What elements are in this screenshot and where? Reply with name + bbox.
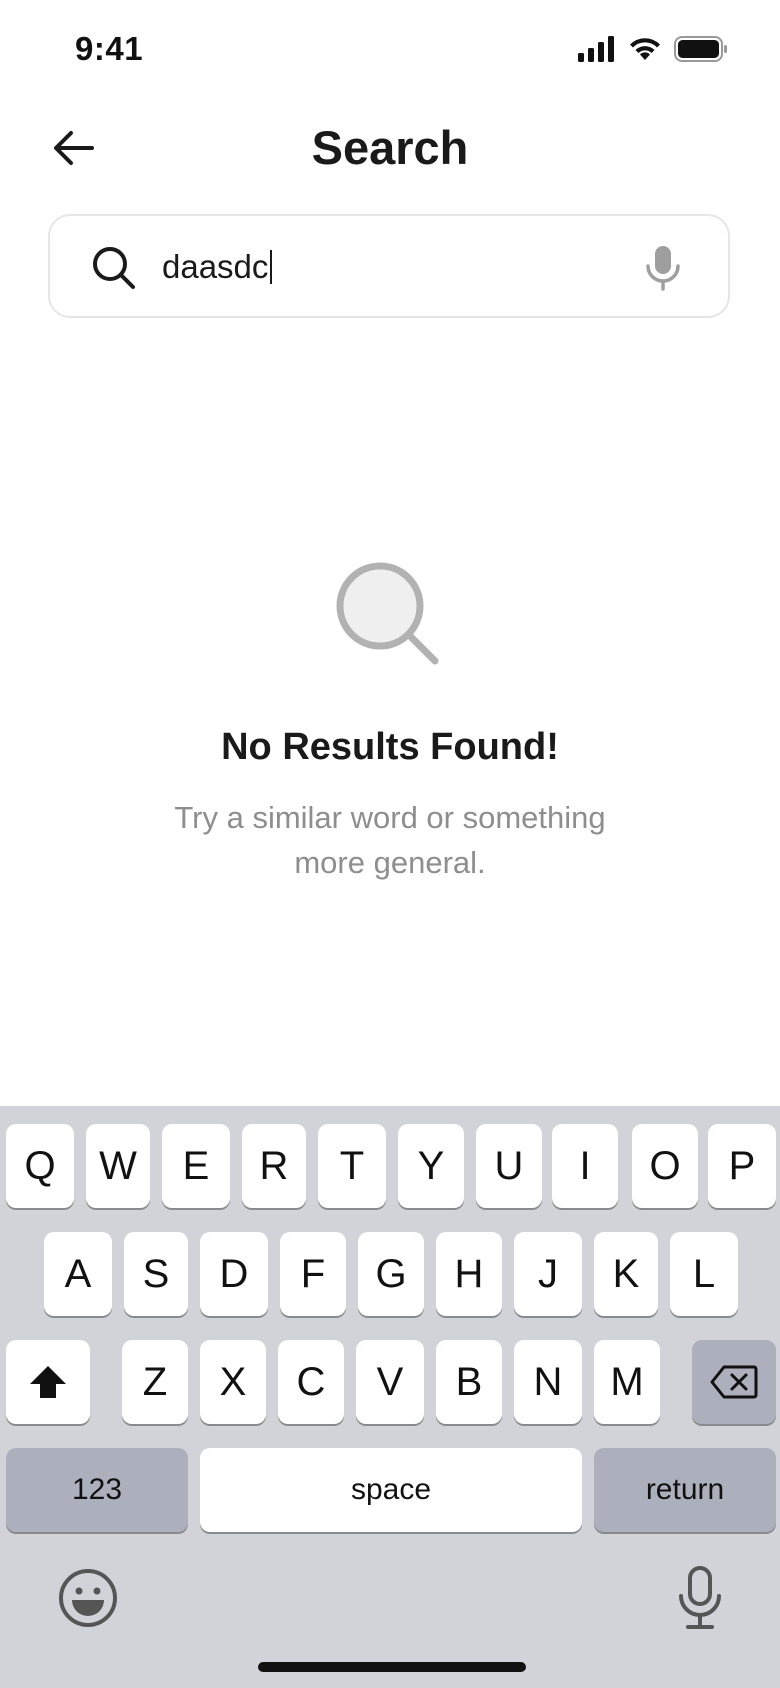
delete-key[interactable] bbox=[692, 1340, 776, 1424]
empty-state: No Results Found! Try a similar word or … bbox=[0, 556, 780, 885]
search-icon bbox=[93, 247, 135, 289]
empty-state-subtitle: Try a similar word or something more gen… bbox=[174, 800, 606, 880]
key-h[interactable]: H bbox=[436, 1232, 502, 1316]
key-i[interactable]: I bbox=[552, 1124, 618, 1208]
home-indicator[interactable] bbox=[258, 1662, 526, 1672]
key-p[interactable]: P bbox=[708, 1124, 776, 1208]
key-s[interactable]: S bbox=[124, 1232, 188, 1316]
key-l[interactable]: L bbox=[670, 1232, 738, 1316]
keyboard-row-4: 123 space return bbox=[0, 1448, 780, 1532]
microphone-icon[interactable] bbox=[638, 242, 688, 292]
status-time: 9:41 bbox=[75, 30, 144, 67]
key-n[interactable]: N bbox=[514, 1340, 582, 1424]
search-field[interactable]: daasdc bbox=[48, 214, 730, 318]
cellular-signal-icon bbox=[578, 36, 614, 62]
keyboard-row-3: Z X C V B N M bbox=[0, 1340, 780, 1424]
key-o[interactable]: O bbox=[632, 1124, 698, 1208]
key-r[interactable]: R bbox=[242, 1124, 306, 1208]
key-e[interactable]: E bbox=[162, 1124, 230, 1208]
shift-arrow-icon bbox=[30, 1366, 66, 1398]
magnifier-icon bbox=[336, 562, 439, 665]
key-m[interactable]: M bbox=[594, 1340, 660, 1424]
shift-key[interactable] bbox=[6, 1340, 90, 1424]
empty-state-title: No Results Found! bbox=[221, 726, 559, 768]
key-u[interactable]: U bbox=[476, 1124, 542, 1208]
key-x[interactable]: X bbox=[200, 1340, 266, 1424]
key-d[interactable]: D bbox=[200, 1232, 268, 1316]
keyboard-row-2: A S D F G H J K L bbox=[0, 1232, 780, 1316]
search-input-value: daasdc bbox=[162, 248, 269, 285]
emoji-icon[interactable] bbox=[56, 1566, 120, 1630]
numbers-key[interactable]: 123 bbox=[6, 1448, 188, 1532]
key-z[interactable]: Z bbox=[122, 1340, 188, 1424]
text-cursor bbox=[270, 250, 273, 284]
status-bar: 9:41 bbox=[0, 0, 780, 100]
battery-icon bbox=[674, 36, 727, 62]
space-key[interactable]: space bbox=[200, 1448, 582, 1532]
return-key[interactable]: return bbox=[594, 1448, 776, 1532]
search-input[interactable]: daasdc bbox=[162, 242, 632, 292]
status-icons bbox=[578, 36, 728, 62]
keyboard: Q W E R T Y U I O P A S D F G H J K L Z … bbox=[0, 1106, 780, 1688]
key-q[interactable]: Q bbox=[6, 1124, 74, 1208]
key-a[interactable]: A bbox=[44, 1232, 112, 1316]
key-g[interactable]: G bbox=[358, 1232, 424, 1316]
key-v[interactable]: V bbox=[356, 1340, 424, 1424]
key-y[interactable]: Y bbox=[398, 1124, 464, 1208]
key-j[interactable]: J bbox=[514, 1232, 582, 1316]
key-t[interactable]: T bbox=[318, 1124, 386, 1208]
key-f[interactable]: F bbox=[280, 1232, 346, 1316]
wifi-icon bbox=[630, 38, 660, 60]
dictation-microphone-icon[interactable] bbox=[676, 1566, 724, 1630]
key-w[interactable]: W bbox=[86, 1124, 150, 1208]
keyboard-bottom-bar bbox=[0, 1566, 780, 1688]
key-k[interactable]: K bbox=[594, 1232, 658, 1316]
header: Search bbox=[0, 110, 780, 190]
keyboard-row-1: Q W E R T Y U I O P bbox=[0, 1124, 780, 1208]
backspace-icon bbox=[710, 1365, 758, 1399]
key-c[interactable]: C bbox=[278, 1340, 344, 1424]
page-title: Search bbox=[311, 121, 469, 174]
key-b[interactable]: B bbox=[436, 1340, 502, 1424]
